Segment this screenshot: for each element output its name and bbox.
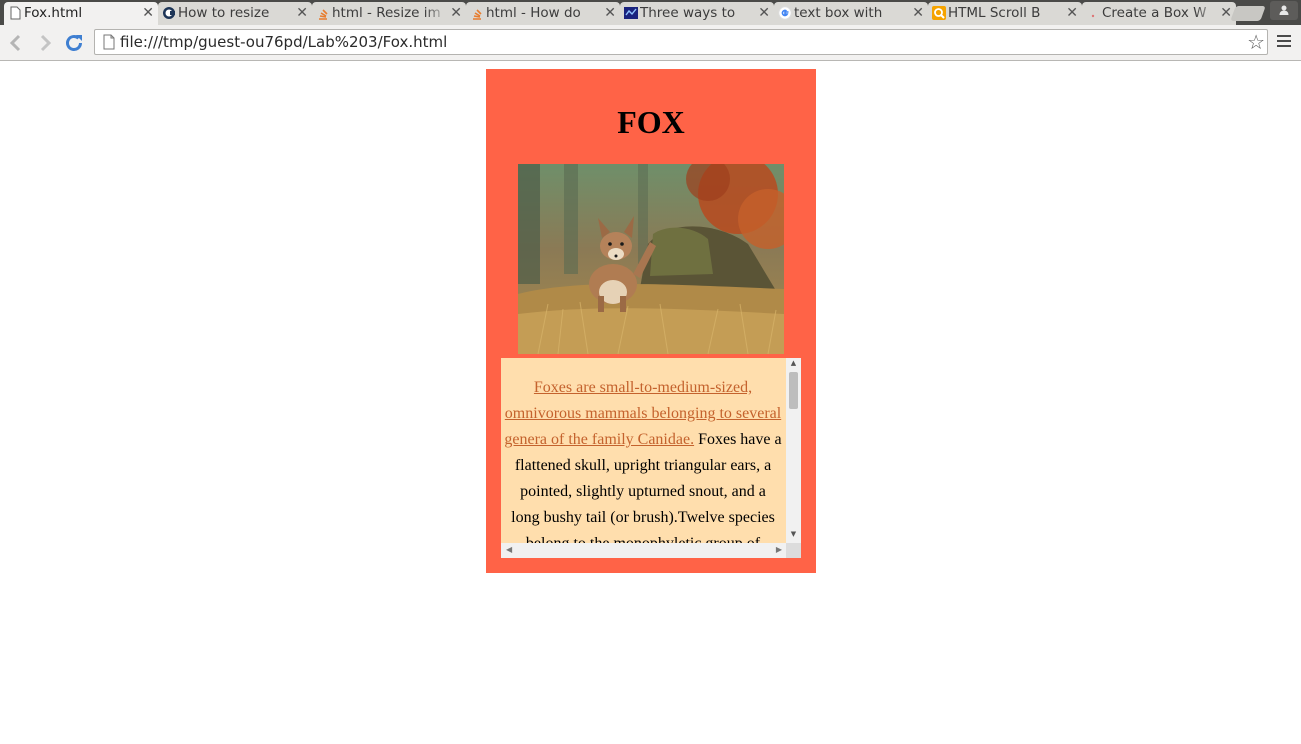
bookmark-star-icon[interactable]: ☆ <box>1247 30 1265 54</box>
back-button[interactable] <box>4 31 28 55</box>
menu-button[interactable] <box>1277 35 1291 50</box>
tab-title: html - Resize im <box>332 5 441 21</box>
tab-title: HTML Scroll B <box>948 5 1041 21</box>
description-text: Foxes are small-to-medium-sized, omnivor… <box>501 375 785 558</box>
scrollbar-corner <box>786 543 801 558</box>
address-bar[interactable]: file:///tmp/guest-ou76pd/Lab%203/Fox.htm… <box>94 29 1268 55</box>
page-icon <box>10 6 21 20</box>
description-rest: Foxes have a flattened skull, upright tr… <box>511 431 782 552</box>
scroll-right-arrow-icon[interactable]: ▶ <box>776 545 782 554</box>
forward-arrow-icon <box>40 34 52 52</box>
close-icon[interactable]: ✕ <box>604 2 616 25</box>
scroll-down-arrow-icon[interactable]: ▼ <box>786 530 801 542</box>
tab-title: Three ways to <box>640 5 736 21</box>
close-icon[interactable]: ✕ <box>1220 2 1232 25</box>
tab-create-box[interactable]: Create a Box W ✕ <box>1082 2 1236 25</box>
tab-title: html - How do <box>486 5 581 21</box>
page-icon <box>103 34 115 50</box>
url-text[interactable]: file:///tmp/guest-ou76pd/Lab%203/Fox.htm… <box>120 30 447 54</box>
fox-photo-image <box>518 164 784 354</box>
reload-icon <box>66 35 82 51</box>
tab-text-box[interactable]: text box with ✕ <box>774 2 928 25</box>
scroll-thumb[interactable] <box>789 372 798 409</box>
scroll-up-arrow-icon[interactable]: ▲ <box>786 359 801 371</box>
tab-resize-image[interactable]: html - Resize im ✕ <box>312 2 466 25</box>
tab-strip: Fox.html ✕ How to resize ✕ html - Resize… <box>0 0 1301 25</box>
close-icon[interactable]: ✕ <box>142 2 154 25</box>
page-icon <box>1091 14 1095 18</box>
close-icon[interactable]: ✕ <box>758 2 770 25</box>
description-scroll-box[interactable]: Foxes are small-to-medium-sized, omnivor… <box>501 358 801 558</box>
page-title: FOX <box>617 104 685 140</box>
fox-card: FOX Foxes are small-to-medium-sized, omn… <box>486 69 816 573</box>
fox-photo <box>518 164 784 354</box>
scroll-left-arrow-icon[interactable]: ◀ <box>506 545 512 554</box>
close-icon[interactable]: ✕ <box>450 2 462 25</box>
globe-icon <box>624 7 638 19</box>
browser-toolbar: file:///tmp/guest-ou76pd/Lab%203/Fox.htm… <box>0 25 1301 61</box>
horizontal-scrollbar[interactable]: ◀ ▶ <box>501 543 786 558</box>
circle-c-icon <box>163 7 175 19</box>
tab-title: Create a Box W <box>1102 5 1207 21</box>
close-icon[interactable]: ✕ <box>296 2 308 25</box>
stackoverflow-icon <box>473 9 482 20</box>
tab-title: Fox.html <box>24 5 83 21</box>
google-icon <box>778 6 792 20</box>
profile-icon[interactable] <box>1270 1 1298 20</box>
search-q-icon <box>932 6 946 20</box>
tab-html-scroll[interactable]: HTML Scroll B ✕ <box>928 2 1082 25</box>
tab-how-do[interactable]: html - How do ✕ <box>466 2 620 25</box>
vertical-scrollbar[interactable]: ▲ ▼ <box>786 358 801 543</box>
tab-title: text box with <box>794 5 883 21</box>
close-icon[interactable]: ✕ <box>912 2 924 25</box>
back-arrow-icon <box>9 34 21 52</box>
new-tab-button[interactable] <box>1230 6 1266 21</box>
tab-how-to-resize[interactable]: How to resize ✕ <box>158 2 312 25</box>
tab-title: How to resize <box>178 5 270 21</box>
tab-fox[interactable]: Fox.html ✕ <box>4 2 158 25</box>
close-icon[interactable]: ✕ <box>1066 2 1078 25</box>
forward-button[interactable] <box>33 31 57 55</box>
tab-three-ways[interactable]: Three ways to ✕ <box>620 2 774 25</box>
stackoverflow-icon <box>319 9 328 20</box>
reload-button[interactable] <box>62 31 86 55</box>
